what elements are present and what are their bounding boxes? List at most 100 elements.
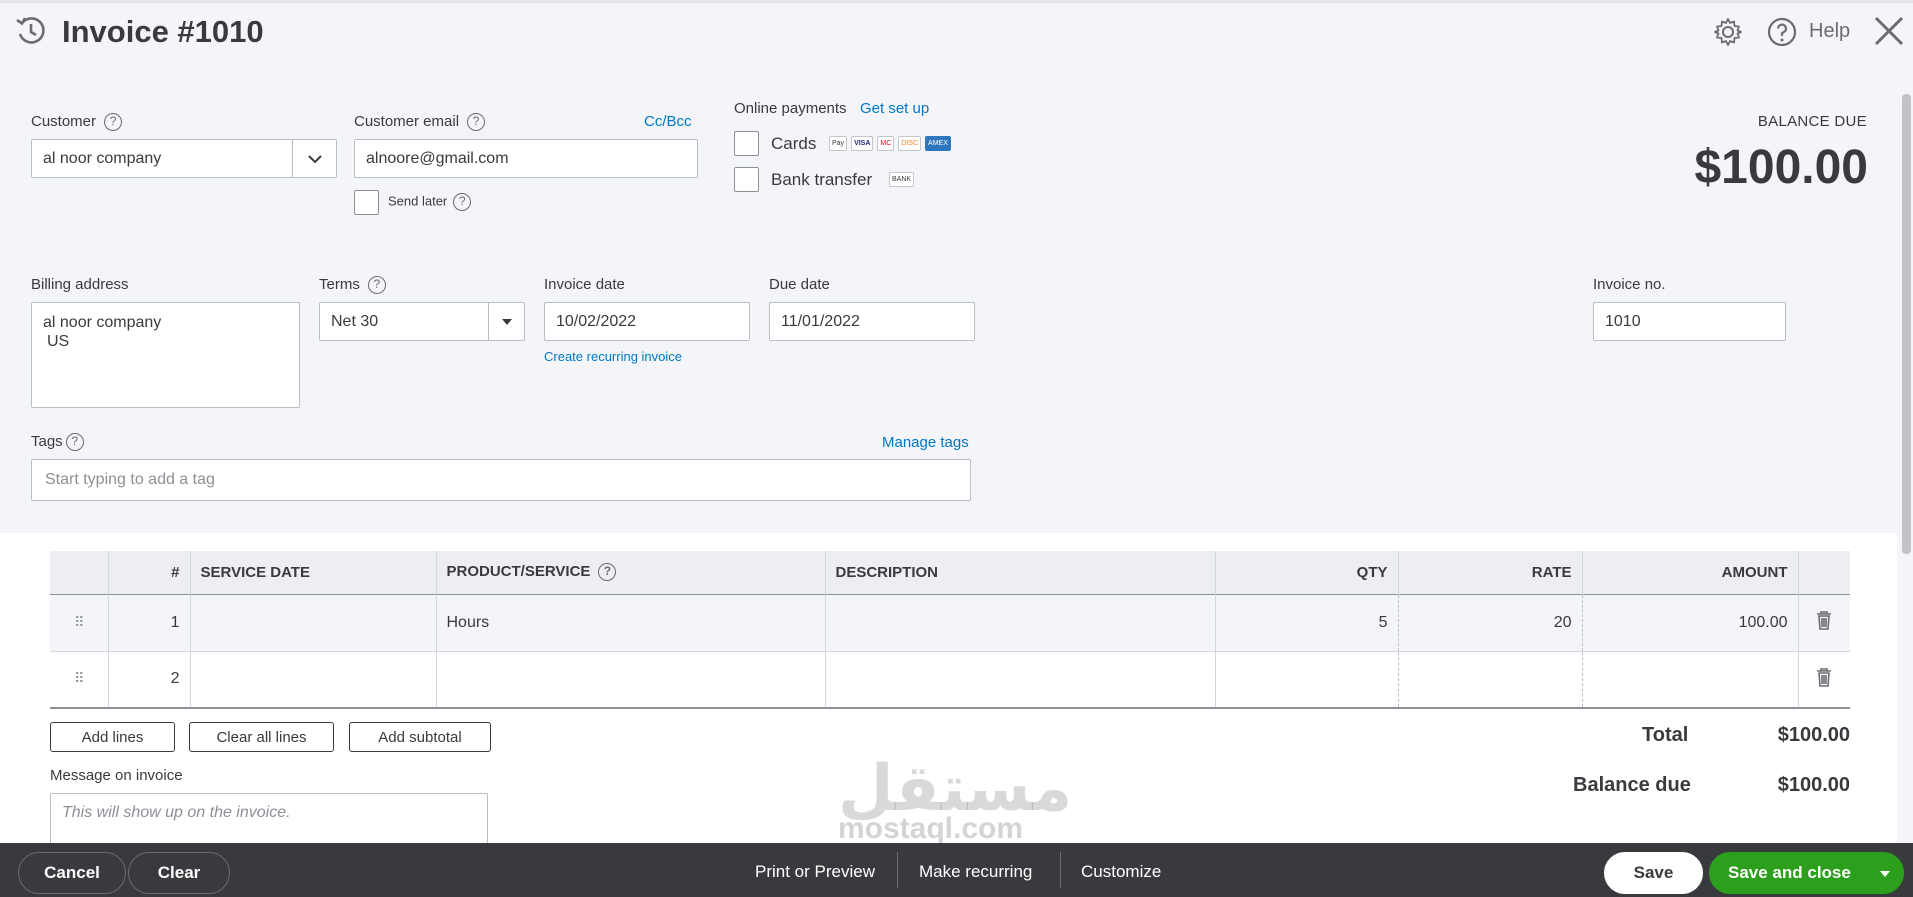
send-later-label: Send later? — [388, 193, 472, 211]
row-rate[interactable] — [1398, 651, 1583, 709]
col-amount: AMOUNT — [1582, 551, 1799, 594]
balance-due-amount: $100.00 — [1694, 141, 1868, 194]
clear-all-lines-button[interactable]: Clear all lines — [189, 722, 334, 752]
col-description: DESCRIPTION — [825, 551, 1216, 594]
customer-label: Customer? — [31, 113, 123, 132]
footer-divider — [897, 852, 898, 888]
billing-address-label: Billing address — [31, 276, 129, 293]
row-amount[interactable] — [1582, 651, 1799, 709]
tags-label: Tags? — [31, 433, 84, 452]
invoice-no-field[interactable]: 1010 — [1593, 302, 1786, 341]
save-button[interactable]: Save — [1604, 852, 1703, 894]
customer-select[interactable]: al noor company — [31, 139, 337, 178]
watermark-text: mostaql.com — [838, 812, 1024, 845]
bank-transfer-checkbox[interactable] — [734, 167, 759, 192]
row-product[interactable]: Hours — [436, 593, 826, 652]
message-label: Message on invoice — [50, 767, 183, 784]
customer-help-icon[interactable]: ? — [104, 113, 123, 132]
drag-handle-icon[interactable]: ⠿ — [50, 593, 109, 652]
make-recurring-link[interactable]: Make recurring — [919, 862, 1032, 882]
tags-input[interactable]: Start typing to add a tag — [31, 459, 971, 501]
customer-dropdown[interactable] — [292, 140, 336, 177]
drag-handle-icon[interactable]: ⠿ — [50, 651, 109, 709]
close-icon[interactable] — [1872, 14, 1906, 48]
tags-help-icon[interactable]: ? — [65, 433, 84, 452]
visa-icon: VISA — [851, 135, 874, 151]
cancel-button[interactable]: Cancel — [18, 852, 126, 894]
send-later-help-icon[interactable]: ? — [453, 193, 472, 211]
due-date-field[interactable]: 11/01/2022 — [769, 302, 975, 341]
billing-address-field[interactable]: al noor company US — [31, 302, 300, 408]
bank-transfer-label: Bank transfer — [771, 170, 873, 189]
terms-value: Net 30 — [331, 312, 379, 330]
billing-line-2: US — [47, 333, 70, 350]
due-date-label: Due date — [769, 276, 830, 293]
total-label: Total — [1642, 724, 1689, 746]
top-border — [0, 0, 1913, 3]
terms-help-icon[interactable]: ? — [367, 276, 386, 295]
chevron-down-icon — [307, 154, 322, 163]
row-qty[interactable] — [1215, 651, 1399, 709]
print-preview-link[interactable]: Print or Preview — [755, 862, 875, 882]
col-num: # — [108, 551, 191, 594]
save-and-close-button[interactable]: Save and close — [1709, 852, 1904, 894]
scrollbar-thumb[interactable] — [1902, 94, 1911, 554]
row-description[interactable] — [825, 593, 1216, 652]
caret-down-icon[interactable] — [1879, 870, 1891, 878]
row-service-date[interactable] — [190, 593, 437, 652]
clear-button[interactable]: Clear — [128, 852, 230, 894]
footer-divider — [1060, 852, 1061, 888]
row-service-date[interactable] — [190, 651, 437, 709]
customize-link[interactable]: Customize — [1081, 862, 1161, 882]
product-help-icon[interactable]: ? — [598, 563, 617, 582]
drag-col-header — [50, 551, 109, 594]
email-help-icon[interactable]: ? — [467, 113, 486, 132]
get-set-up-link[interactable]: Get set up — [860, 100, 929, 117]
cards-checkbox[interactable] — [734, 131, 759, 156]
manage-tags-link[interactable]: Manage tags — [882, 434, 969, 451]
trash-icon[interactable] — [1798, 651, 1850, 709]
row-description[interactable] — [825, 651, 1216, 709]
apple-pay-icon: Pay — [829, 135, 848, 151]
cards-label: Cards — [771, 134, 817, 153]
row-product[interactable] — [436, 651, 826, 709]
customer-value: al noor company — [43, 149, 162, 167]
table-header-row: # SERVICE DATE PRODUCT/SERVICE? DESCRIPT… — [50, 551, 1850, 594]
row-amount[interactable]: 100.00 — [1582, 593, 1799, 652]
balance-due-total-label: Balance due — [1573, 774, 1691, 796]
bank-icon: BANK — [889, 170, 918, 187]
row-qty[interactable]: 5 — [1215, 593, 1399, 652]
balance-due-label: BALANCE DUE — [1757, 113, 1867, 130]
cc-bcc-link[interactable]: Cc/Bcc — [644, 113, 692, 130]
help-label[interactable]: Help — [1809, 20, 1850, 43]
add-subtotal-button[interactable]: Add subtotal — [349, 722, 491, 752]
trash-icon[interactable] — [1798, 593, 1850, 652]
create-recurring-link[interactable]: Create recurring invoice — [544, 349, 682, 364]
history-icon[interactable] — [14, 14, 48, 48]
card-logos: Pay VISA MC DISC AMEX — [829, 134, 955, 151]
terms-select[interactable]: Net 30 — [319, 302, 525, 341]
delete-col-header — [1798, 551, 1850, 594]
help-icon[interactable] — [1766, 16, 1798, 48]
col-product: PRODUCT/SERVICE? — [436, 551, 826, 594]
billing-line-1: al noor company — [43, 314, 162, 331]
total-value: $100.00 — [1777, 724, 1850, 746]
invoice-date-field[interactable]: 10/02/2022 — [544, 302, 750, 341]
bank-badge: BANK — [889, 171, 915, 187]
customer-email-field[interactable]: alnoore@gmail.com — [354, 139, 698, 178]
terms-dropdown[interactable] — [488, 303, 524, 340]
gear-icon[interactable] — [1712, 16, 1744, 48]
terms-label: Terms? — [319, 276, 386, 295]
send-later-checkbox[interactable] — [354, 190, 379, 215]
caret-down-icon — [501, 318, 512, 325]
table-row[interactable]: ⠿ 2 — [50, 651, 1850, 709]
save-and-close-label: Save and close — [1728, 863, 1851, 882]
balance-due-total-value: $100.00 — [1777, 774, 1850, 796]
col-rate: RATE — [1398, 551, 1583, 594]
row-num: 2 — [108, 651, 191, 709]
amex-icon: AMEX — [925, 135, 951, 151]
row-rate[interactable]: 20 — [1398, 593, 1583, 652]
invoice-date-label: Invoice date — [544, 276, 625, 293]
table-row[interactable]: ⠿ 1 Hours 5 20 100.00 — [50, 593, 1850, 652]
add-lines-button[interactable]: Add lines — [50, 722, 175, 752]
